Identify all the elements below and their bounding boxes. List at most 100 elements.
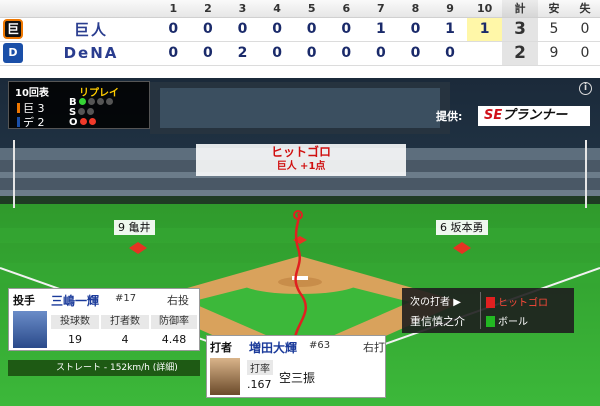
- team-name-home[interactable]: DeNA: [26, 41, 156, 66]
- inning-score-current: 1: [467, 17, 502, 42]
- strike-dot: [78, 108, 86, 115]
- pitcher-card: 投手 三嶋一輝 #17 右投 投球数 打者数 防御率 19 4 4.48: [8, 288, 200, 351]
- inning-indicator: 10回表: [15, 88, 49, 99]
- inning-score: 0: [259, 41, 295, 66]
- total-errors: 0: [570, 41, 600, 66]
- inning-score: 0: [363, 41, 399, 66]
- stat-value: 4.48: [161, 333, 187, 346]
- sponsor-logo[interactable]: SEプランナー: [478, 106, 590, 126]
- inning-score: 0: [156, 17, 191, 42]
- ball-dot: [105, 98, 113, 105]
- ball-dot: [96, 98, 104, 105]
- legend-item-hit: ヒットゴロ: [486, 294, 548, 309]
- sponsor-label: 提供:: [436, 110, 463, 123]
- info-icon[interactable]: i: [579, 82, 592, 95]
- dena-color-bar: [17, 117, 20, 127]
- out-count: O: [69, 117, 96, 128]
- at-bat-result: 空三振: [279, 371, 316, 385]
- out-dot: [79, 118, 87, 125]
- legend-item-ball: ボール: [486, 313, 528, 328]
- inning-header: 10: [467, 0, 502, 18]
- next-batter-label: 次の打者 ▶: [410, 297, 461, 308]
- inning-score: 0: [398, 41, 433, 66]
- inning-score: [467, 41, 502, 66]
- total-hits: 9: [538, 41, 570, 66]
- stat-value: 4: [121, 333, 129, 346]
- inning-score: 0: [328, 41, 364, 66]
- inning-score: 1: [363, 17, 399, 42]
- team-row-home: D DeNA 0 0 2 0 0 0 0 0 0 2 9 0: [0, 41, 600, 66]
- stat-header: 投球数: [51, 315, 99, 329]
- pitcher-throws: 右投: [167, 294, 189, 307]
- team-name-away[interactable]: 巨人: [26, 17, 156, 42]
- scoreboard-header-row: 1 2 3 4 5 6 7 8 9 10 計 安 失: [0, 0, 600, 18]
- dena-logo[interactable]: D: [3, 43, 23, 63]
- pitch-detail-link[interactable]: (詳細): [153, 363, 178, 373]
- play-result-banner: ヒットゴロ 巨人 +1点: [196, 144, 406, 176]
- stat-header: 打者数: [101, 315, 149, 329]
- play-result-detail: 巨人 +1点: [276, 161, 326, 172]
- inning-score: 0: [259, 17, 295, 42]
- stat-header: 防御率: [151, 315, 197, 329]
- home-score: デ 2: [23, 116, 45, 129]
- home-score-line: デ 2: [17, 114, 45, 130]
- play-arrow-icon[interactable]: ▶: [453, 297, 461, 308]
- next-batter-panel: 次の打者 ▶ 重信慎之介 ヒットゴロ ボール: [402, 288, 574, 333]
- batting-average: .167: [247, 378, 272, 391]
- inning-score: 0: [294, 41, 329, 66]
- hits-header: 安: [538, 0, 570, 18]
- ball-dot: [87, 98, 95, 105]
- total-runs: 2: [502, 41, 538, 66]
- errors-header: 失: [570, 0, 600, 18]
- total-hits: 5: [538, 17, 570, 42]
- fielder-left[interactable]: 9 亀井: [114, 220, 155, 235]
- total-runs: 3: [502, 17, 538, 42]
- inning-header: 4: [259, 0, 295, 18]
- ball-dot: [78, 98, 86, 105]
- field-view: 10回表 リプレイ 巨 3 デ 2 B S O i 提供: SEプランナー ヒッ…: [0, 78, 600, 406]
- inning-score: 0: [398, 17, 433, 42]
- inning-header: 8: [398, 0, 433, 18]
- strike-dot: [87, 108, 95, 115]
- inning-header: 1: [156, 0, 191, 18]
- batter-photo: [210, 358, 240, 395]
- pitcher-role-label: 投手: [13, 294, 35, 307]
- inning-header: 7: [363, 0, 399, 18]
- last-pitch-text: ストレート - 152km/h: [56, 363, 150, 373]
- last-pitch-bar: ストレート - 152km/h (詳細): [8, 360, 200, 376]
- inning-score: 0: [190, 41, 226, 66]
- total-header: 計: [502, 0, 538, 18]
- inning-header: 5: [294, 0, 329, 18]
- inning-header: 9: [432, 0, 468, 18]
- play-result-text: ヒットゴロ: [270, 145, 331, 159]
- giants-color-bar: [17, 103, 20, 113]
- giants-logo[interactable]: 巨: [3, 19, 23, 39]
- divider: [480, 292, 481, 329]
- inning-score: 0: [432, 41, 468, 66]
- pitcher-name[interactable]: 三嶋一輝: [51, 292, 99, 309]
- inning-score: 0: [294, 17, 329, 42]
- legend-swatch-red: [486, 297, 495, 308]
- team-row-away: 巨 巨人 0 0 0 0 0 0 1 0 1 1 3 5 0: [0, 17, 600, 42]
- inning-header: 2: [190, 0, 226, 18]
- batter-number: #63: [309, 340, 331, 351]
- inning-score: 0: [190, 17, 226, 42]
- inning-header: 3: [225, 0, 260, 18]
- pitcher-photo: [13, 311, 47, 348]
- inning-header: 6: [328, 0, 364, 18]
- inning-score: 0: [156, 41, 191, 66]
- next-batter-name[interactable]: 重信慎之介: [410, 313, 465, 329]
- inning-score: 1: [432, 17, 468, 42]
- out-dot: [88, 118, 96, 125]
- legend-swatch-green: [486, 316, 495, 327]
- batter-role-label: 打者: [210, 341, 232, 354]
- batter-bats: 右打: [363, 341, 385, 354]
- batter-card: 打者 増田大輝 #63 右打 打率 .167 空三振: [206, 335, 386, 398]
- pitcher-number: #17: [115, 293, 137, 304]
- batter-name[interactable]: 増田大輝: [249, 339, 297, 356]
- fielder-right[interactable]: 6 坂本勇: [436, 220, 488, 235]
- batting-average-label: 打率: [247, 360, 273, 375]
- total-errors: 0: [570, 17, 600, 42]
- inning-score: 0: [225, 17, 260, 42]
- sponsor-banner[interactable]: 提供: SEプランナー: [432, 106, 592, 126]
